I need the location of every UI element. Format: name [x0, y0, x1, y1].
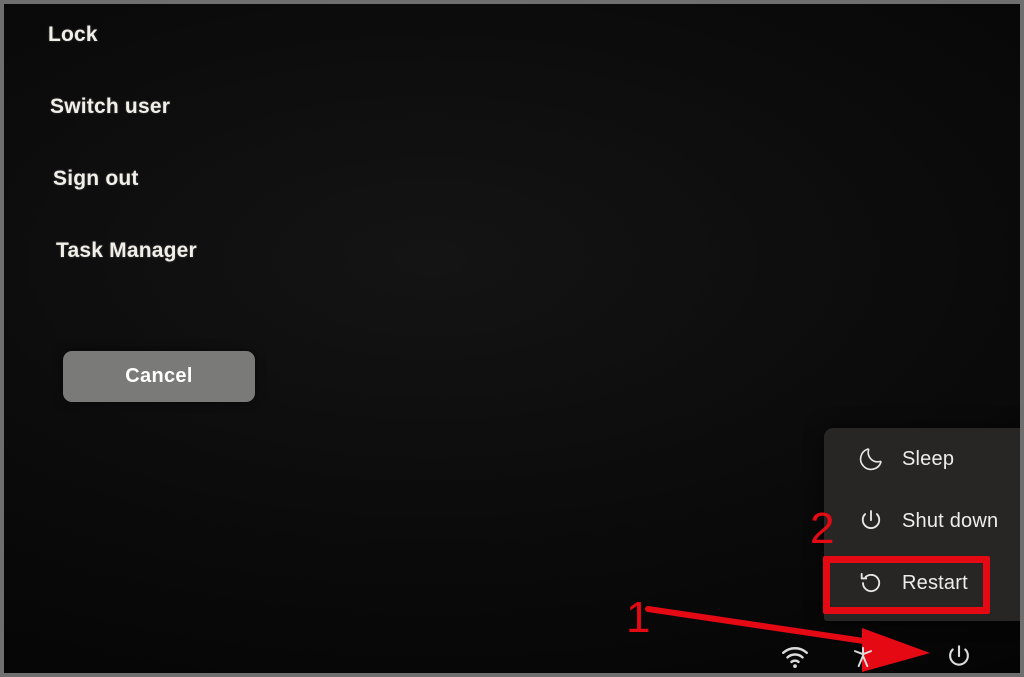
option-switch-user[interactable]: Switch user — [50, 95, 170, 119]
option-lock[interactable]: Lock — [48, 23, 98, 47]
option-task-manager[interactable]: Task Manager — [56, 239, 197, 263]
option-sign-out[interactable]: Sign out — [53, 167, 139, 191]
power-button-icon[interactable] — [938, 634, 980, 673]
system-tray — [774, 634, 980, 673]
flyout-label-restart: Restart — [902, 571, 968, 594]
lock-screen-options-overlay: Lock Switch user Sign out Task Manager C… — [0, 0, 1024, 677]
power-icon — [857, 507, 885, 535]
restart-icon — [857, 569, 885, 597]
cancel-button[interactable]: Cancel — [63, 351, 255, 402]
flyout-item-restart[interactable]: Restart — [824, 552, 1020, 614]
flyout-label-sleep: Sleep — [902, 447, 955, 470]
accessibility-icon[interactable] — [842, 634, 884, 673]
flyout-label-shut-down: Shut down — [902, 509, 999, 532]
moon-icon — [857, 445, 885, 473]
annotation-step-1: 1 — [626, 593, 651, 642]
wifi-icon[interactable] — [774, 634, 816, 673]
flyout-item-sleep[interactable]: Sleep — [824, 428, 1020, 490]
power-options-flyout: Sleep Shut down Restart — [824, 428, 1020, 621]
annotation-step-2: 2 — [810, 504, 835, 553]
flyout-item-shut-down[interactable]: Shut down — [824, 490, 1020, 552]
